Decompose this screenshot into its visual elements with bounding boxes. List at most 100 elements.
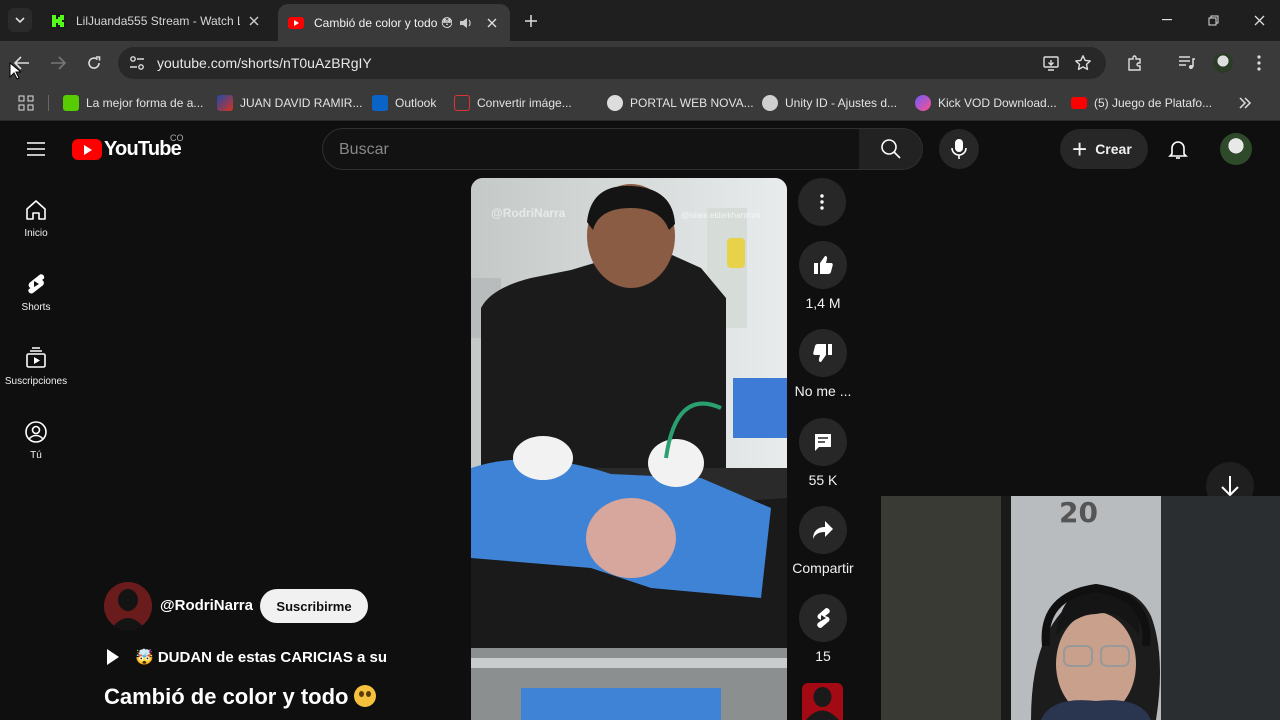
dislike-button[interactable]	[799, 329, 847, 377]
forward-button[interactable]	[46, 51, 70, 75]
account-avatar[interactable]	[1220, 133, 1252, 165]
like-button[interactable]	[799, 241, 847, 289]
dislike-action: No me ...	[789, 329, 857, 399]
more-bookmarks-button[interactable]	[1238, 93, 1252, 113]
webcam-feed: 20	[881, 496, 1280, 720]
guide-item-you[interactable]: Tú	[0, 404, 72, 478]
close-icon[interactable]	[246, 13, 262, 29]
bookmark-label: PORTAL WEB NOVA...	[630, 96, 754, 110]
more-actions-button[interactable]	[798, 178, 846, 226]
playlist-link[interactable]: 🤯 DUDAN de estas CARICIAS a su	[107, 648, 387, 666]
media-controls-button[interactable]	[1176, 52, 1198, 74]
close-icon[interactable]	[484, 15, 500, 31]
extensions-button[interactable]	[1124, 52, 1146, 74]
bookmark-item[interactable]: La mejor forma de a...	[63, 93, 203, 113]
bookmark-label: La mejor forma de a...	[86, 96, 204, 110]
share-label: Compartir	[792, 560, 854, 576]
subscribe-button[interactable]: Suscribirme	[260, 589, 368, 623]
playlist-text: 🤯 DUDAN de estas CARICIAS a su	[135, 649, 388, 666]
remix-icon	[817, 608, 830, 628]
youtube-logo[interactable]: YouTube CO	[72, 133, 184, 160]
tab-search-button[interactable]	[8, 8, 32, 32]
webcam-overlay: 20	[881, 496, 1280, 720]
channel-avatar[interactable]	[104, 582, 152, 630]
search-input[interactable]	[339, 139, 839, 161]
like-action: 1,4 M	[789, 241, 857, 311]
comment-count: 55 K	[808, 472, 838, 488]
reload-icon	[88, 56, 101, 69]
comment-icon	[815, 434, 831, 451]
double-chevron-right-icon	[1239, 97, 1252, 109]
youtube-icon	[1071, 97, 1087, 109]
bookmark-item[interactable]: Unity ID - Ajustes d...	[762, 93, 897, 113]
video-watermark-secondary: @islam.elderkhanlmm	[681, 211, 761, 220]
apps-button[interactable]	[18, 93, 34, 113]
bookmark-star-icon[interactable]	[1074, 54, 1092, 72]
you-icon	[25, 421, 47, 443]
share-arrow-icon	[813, 521, 833, 539]
reload-button[interactable]	[82, 51, 106, 75]
pdf-icon	[454, 95, 470, 111]
microphone-icon	[951, 139, 967, 159]
bookmark-item[interactable]: JUAN DAVID RAMIR...	[217, 93, 362, 113]
url-text[interactable]: youtube.com/shorts/nT0uAzBRgIY	[157, 55, 372, 71]
bookmark-item[interactable]: Convertir imáge...	[454, 93, 572, 113]
bookmark-item[interactable]: Kick VOD Download...	[915, 93, 1057, 113]
share-button[interactable]	[799, 506, 847, 554]
minimize-button[interactable]	[1156, 9, 1178, 31]
short-video-player[interactable]: @RodriNarra @islam.elderkhanlmm	[471, 178, 787, 720]
short-title: Cambió de color y todo	[104, 684, 377, 710]
create-label: Crear	[1095, 141, 1132, 157]
flushed-face-emoji-icon	[354, 685, 377, 707]
guide-item-shorts[interactable]: Shorts	[0, 256, 72, 330]
thumbs-up-icon	[814, 256, 833, 274]
bookmark-item[interactable]: (5) Juego de Platafo...	[1071, 93, 1212, 113]
restore-icon	[1208, 15, 1218, 25]
install-app-icon[interactable]	[1042, 54, 1060, 72]
bookmark-label: Outlook	[395, 96, 437, 110]
address-bar[interactable]: youtube.com/shorts/nT0uAzBRgIY	[118, 47, 1106, 79]
sena-icon	[217, 95, 233, 111]
comments-button[interactable]	[799, 418, 847, 466]
search-button[interactable]	[859, 128, 923, 170]
bookmark-item[interactable]: PORTAL WEB NOVA...	[607, 93, 754, 113]
search-icon	[880, 139, 901, 159]
play-icon	[107, 649, 119, 665]
kebab-menu-icon	[820, 194, 824, 210]
site-settings-icon[interactable]	[128, 54, 146, 72]
notifications-bell-icon[interactable]	[1166, 137, 1190, 161]
profile-button[interactable]	[1212, 52, 1234, 74]
short-title-text: Cambió de color y todo	[104, 684, 349, 709]
kick-icon	[50, 12, 66, 29]
bookmark-item[interactable]: Outlook	[372, 93, 436, 113]
speaker-icon[interactable]	[458, 15, 474, 31]
video-watermark: @RodriNarra	[491, 206, 566, 220]
share-action: Compartir	[789, 506, 857, 576]
guide-label: Inicio	[24, 228, 48, 239]
bookmarks-bar: La mejor forma de a... JUAN DAVID RAMIR.…	[0, 85, 1280, 121]
remix-count: 15	[815, 648, 831, 664]
video-frame	[471, 178, 787, 720]
browser-tab-youtube[interactable]: Cambió de color y todo 😳	[278, 4, 510, 41]
browser-toolbar: youtube.com/shorts/nT0uAzBRgIY	[0, 41, 1280, 85]
browser-tab-kick[interactable]: LilJuanda555 Stream - Watch Live	[40, 6, 272, 35]
browser-menu-button[interactable]	[1248, 52, 1270, 74]
restore-button[interactable]	[1202, 9, 1224, 31]
guide-item-home[interactable]: Inicio	[0, 182, 72, 256]
bookmark-label: JUAN DAVID RAMIR...	[240, 96, 363, 110]
guide-item-subscriptions[interactable]: Suscripciones	[0, 330, 72, 404]
svg-text:20: 20	[1059, 496, 1098, 529]
voice-search-button[interactable]	[939, 129, 979, 169]
channel-thumbnail[interactable]	[802, 683, 843, 720]
remix-button[interactable]	[799, 594, 847, 642]
create-button[interactable]: + Crear	[1060, 129, 1148, 169]
hamburger-menu-icon[interactable]	[24, 137, 48, 161]
home-icon	[26, 200, 46, 220]
plus-icon	[525, 15, 537, 27]
arrow-down-icon	[1221, 476, 1239, 497]
playlist-music-icon	[1179, 56, 1195, 69]
window-close-button[interactable]	[1248, 9, 1270, 31]
channel-handle[interactable]: @RodriNarra	[160, 597, 253, 614]
new-tab-button[interactable]	[520, 10, 542, 32]
search-box	[322, 128, 860, 170]
